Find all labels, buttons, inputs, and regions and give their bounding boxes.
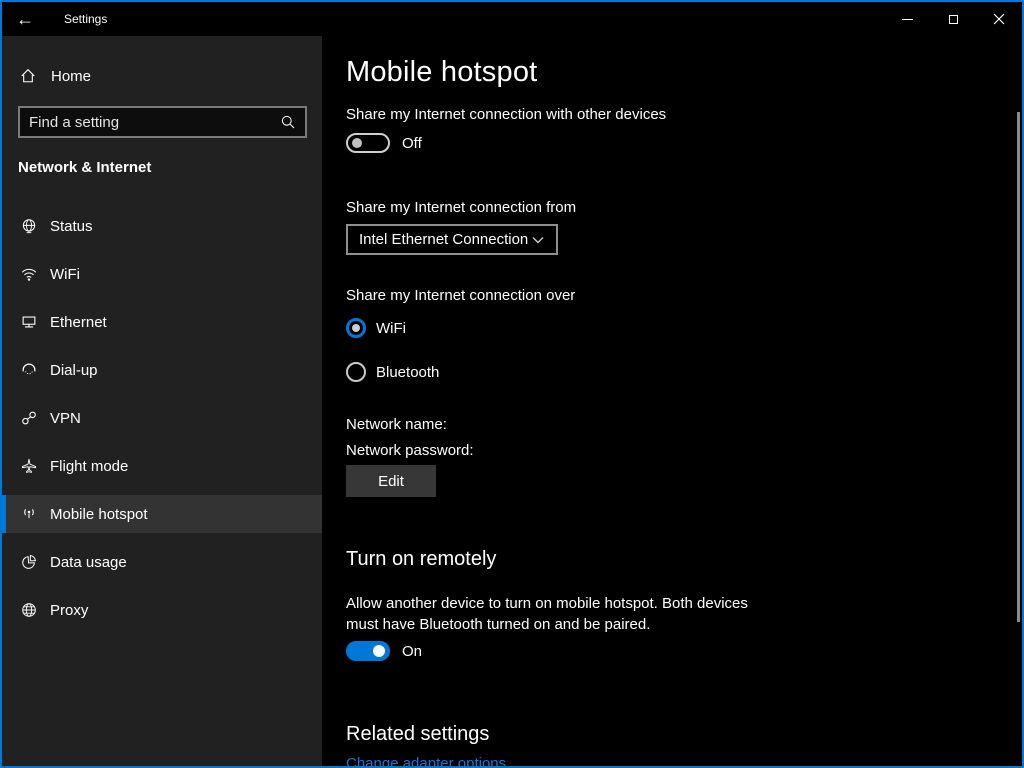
maximize-button[interactable] [930,2,976,36]
dialup-icon [19,361,39,379]
toggle-knob [373,645,385,657]
main-content: Mobile hotspot Share my Internet connect… [322,36,1022,768]
close-button[interactable] [976,2,1022,36]
sidebar-item-label: Flight mode [50,458,128,475]
sidebar-item-label: WiFi [50,266,80,283]
share-connection-label: Share my Internet connection with other … [346,106,666,123]
hotspot-icon [19,505,39,523]
minimize-icon [902,19,913,20]
toggle-knob [352,138,362,148]
sidebar-item-data-usage[interactable]: Data usage [2,543,322,581]
sidebar-item-ethernet[interactable]: Ethernet [2,303,322,341]
search-icon[interactable] [271,114,305,130]
titlebar: ← Settings [2,2,1022,36]
sidebar-item-label: Proxy [50,602,88,619]
sidebar-section-title: Network & Internet [18,159,151,176]
sidebar-item-home[interactable]: Home [2,58,322,94]
radio-bluetooth-label: Bluetooth [376,364,439,381]
search-box [18,106,307,138]
sidebar-item-flight-mode[interactable]: Flight mode [2,447,322,485]
globe-icon [19,601,39,619]
remote-toggle[interactable] [346,641,390,661]
search-input[interactable] [20,114,271,131]
radio-bluetooth[interactable]: Bluetooth [346,362,439,382]
home-icon [19,67,37,85]
globe-status-icon [19,217,39,235]
sidebar-item-label: Mobile hotspot [50,506,148,523]
network-name-label: Network name: [346,416,447,433]
wifi-icon [19,265,39,283]
share-over-label: Share my Internet connection over [346,287,575,304]
share-toggle-state: Off [402,135,422,152]
sidebar-item-status[interactable]: Status [2,207,322,245]
sidebar: Home Network & Internet Status WiFi [2,36,322,768]
sidebar-item-mobile-hotspot[interactable]: Mobile hotspot [2,495,322,533]
page-title: Mobile hotspot [346,56,537,89]
back-arrow-icon: ← [16,9,34,30]
radio-wifi-label: WiFi [376,320,406,337]
change-adapter-options-link[interactable]: Change adapter options [346,755,506,768]
back-button[interactable]: ← [2,2,48,36]
window-controls [884,2,1022,36]
edit-button[interactable]: Edit [346,465,436,497]
settings-window: ← Settings Home [0,0,1024,768]
chevron-down-icon [532,236,544,244]
network-password-label: Network password: [346,442,474,459]
ethernet-icon [19,313,39,331]
close-icon [993,13,1005,25]
airplane-icon [19,457,39,475]
minimize-button[interactable] [884,2,930,36]
pie-chart-icon [19,553,39,571]
related-settings-title: Related settings [346,723,489,746]
sidebar-item-label: Ethernet [50,314,107,331]
sidebar-item-label: Dial-up [50,362,98,379]
maximize-icon [949,15,958,24]
vpn-icon [19,409,39,427]
radio-selected-icon [346,318,366,338]
window-title: Settings [64,12,107,26]
remote-toggle-state: On [402,643,422,660]
sidebar-item-label: Status [50,218,93,235]
sidebar-item-vpn[interactable]: VPN [2,399,322,437]
radio-unselected-icon [346,362,366,382]
share-from-label: Share my Internet connection from [346,199,576,216]
sidebar-item-label: VPN [50,410,81,427]
sidebar-item-wifi[interactable]: WiFi [2,255,322,293]
radio-wifi[interactable]: WiFi [346,318,406,338]
connection-dropdown[interactable]: Intel Ethernet Connection [346,224,558,255]
connection-dropdown-value: Intel Ethernet Connection [348,231,532,248]
share-connection-toggle[interactable] [346,133,390,153]
sidebar-item-label: Data usage [50,554,127,571]
turn-on-remotely-description: Allow another device to turn on mobile h… [346,593,776,635]
scrollbar[interactable] [1017,112,1020,622]
sidebar-item-proxy[interactable]: Proxy [2,591,322,629]
sidebar-item-label: Home [51,68,91,85]
sidebar-item-dialup[interactable]: Dial-up [2,351,322,389]
turn-on-remotely-title: Turn on remotely [346,548,496,571]
